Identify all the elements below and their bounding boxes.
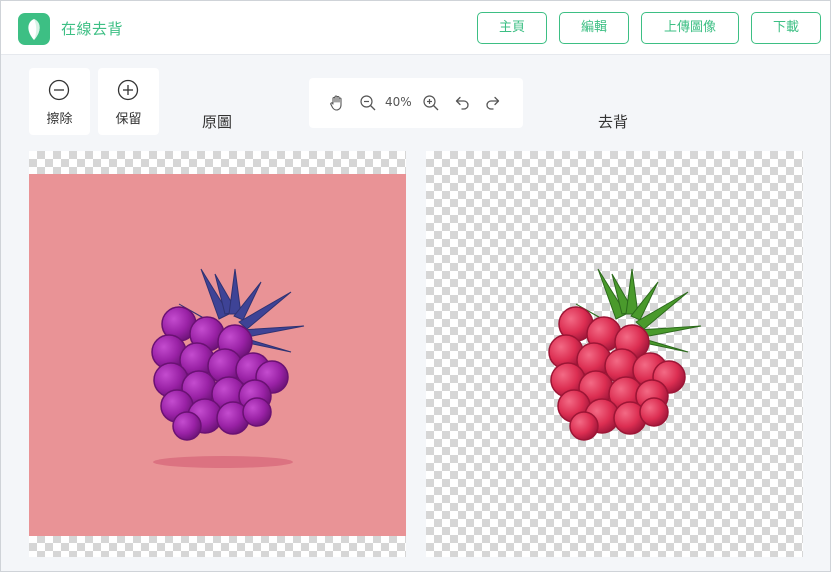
erase-tool-label: 擦除 (46, 112, 73, 127)
undo-icon[interactable] (453, 94, 471, 112)
keep-tool-label: 保留 (115, 112, 142, 127)
top-bar: 在線去背 主頁 編輯 上傳圖像 下載 (1, 1, 830, 55)
app-title: 在線去背 (61, 20, 124, 38)
keep-tool-button[interactable]: 保留 (98, 68, 159, 135)
zoom-level: 40% (385, 95, 412, 109)
download-button[interactable]: 下載 (751, 12, 821, 44)
zoom-out-icon[interactable] (359, 94, 377, 112)
original-panel-label: 原圖 (202, 113, 233, 131)
erase-tool-button[interactable]: 擦除 (29, 68, 90, 135)
purple-raspberry-image (151, 268, 305, 468)
upload-image-button[interactable]: 上傳圖像 (641, 12, 739, 44)
app-logo (18, 13, 50, 45)
hand-icon[interactable] (328, 94, 346, 112)
edit-button[interactable]: 編輯 (559, 12, 629, 44)
home-button[interactable]: 主頁 (477, 12, 547, 44)
zoom-in-icon[interactable] (422, 94, 440, 112)
minus-circle-icon (48, 79, 70, 101)
red-raspberry-image (548, 268, 702, 441)
plus-circle-icon (117, 79, 139, 101)
leaf-logo-icon (28, 19, 40, 40)
zoom-toolbar: 40% (309, 78, 523, 128)
removed-bg-panel-label: 去背 (598, 113, 629, 131)
redo-icon[interactable] (484, 94, 502, 112)
result-canvas[interactable] (426, 151, 803, 557)
original-image (29, 174, 406, 536)
